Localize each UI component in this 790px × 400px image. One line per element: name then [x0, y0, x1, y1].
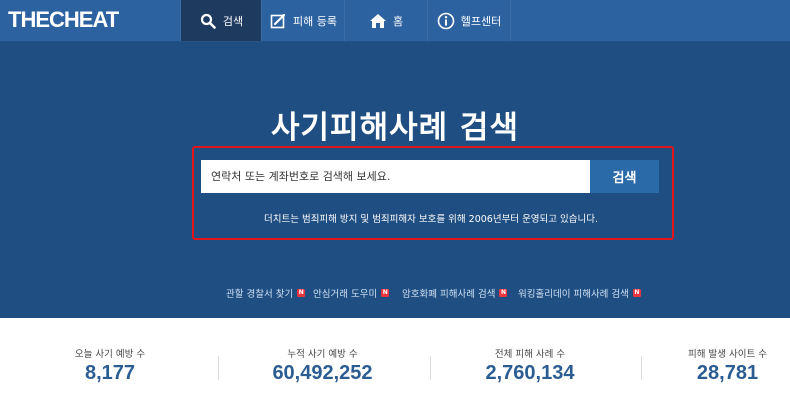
- nav-item-label: 피해 등록: [293, 14, 337, 28]
- search-icon: [199, 12, 217, 30]
- link-label: 워킹홀리데이 피해사례 검색: [518, 289, 629, 300]
- link-crypto-fraud-search[interactable]: 암호화폐 피해사례 검색 N: [402, 286, 508, 300]
- logo-text-the: THE: [8, 7, 50, 32]
- search-box-highlight: 검색 더치트는 범죄피해 방지 및 범죄피해자 보호를 위해 2006년부터 운…: [192, 146, 674, 240]
- nav-item-report[interactable]: 피해 등록: [262, 0, 345, 41]
- link-working-holiday-fraud-search[interactable]: 워킹홀리데이 피해사례 검색 N: [518, 286, 641, 300]
- stat-label: 전체 피해 사례 수: [494, 349, 566, 360]
- nav-item-label: 헬프센터: [460, 14, 502, 28]
- nav-item-label: 검색: [222, 14, 244, 28]
- new-badge: N: [297, 289, 306, 297]
- link-label: 암호화폐 피해사례 검색: [402, 289, 496, 300]
- stat-value: 28,781: [696, 362, 759, 384]
- nav-item-help-center[interactable]: 헬프센터: [428, 0, 511, 41]
- stat-label: 피해 발생 사이트 수: [688, 349, 767, 360]
- stat-value: 2,760,134: [485, 362, 575, 384]
- stat-today-prevented: 오늘 사기 예방 수 8,177: [30, 318, 190, 400]
- info-icon: [437, 12, 455, 30]
- stat-value: 8,177: [84, 362, 136, 384]
- stat-total-cases: 전체 피해 사례 수 2,760,134: [445, 318, 615, 400]
- hero-section: 사기피해사례 검색 검색 더치트는 범죄피해 방지 및 범죄피해자 보호를 위해…: [0, 42, 790, 318]
- page-title: 사기피해사례 검색: [271, 110, 519, 146]
- edit-icon: [269, 12, 287, 30]
- new-badge: N: [632, 289, 641, 297]
- stat-fraud-sites: 피해 발생 사이트 수 28,781: [665, 318, 790, 400]
- nav-item-home[interactable]: 홈: [345, 0, 428, 41]
- stat-label: 오늘 사기 예방 수: [74, 349, 146, 360]
- service-description: 더치트는 범죄피해 방지 및 범죄피해자 보호를 위해 2006년부터 운영되고…: [263, 214, 599, 225]
- home-icon: [369, 12, 387, 30]
- new-badge: N: [499, 289, 508, 297]
- nav-item-search[interactable]: 검색: [180, 0, 262, 41]
- link-label: 안심거래 도우미: [313, 289, 378, 300]
- stat-divider: [218, 356, 219, 380]
- link-label: 관할 경찰서 찾기: [226, 289, 294, 300]
- link-safe-trade-helper[interactable]: 안심거래 도우미 N: [313, 286, 390, 300]
- top-navigation-bar: THECHEAT 검색 피해 등록 홈 헬프센터: [0, 0, 790, 42]
- main-nav: 검색 피해 등록 홈 헬프센터: [180, 0, 511, 41]
- nav-item-label: 홈: [392, 14, 404, 28]
- link-find-police-station[interactable]: 관할 경찰서 찾기 N: [226, 286, 306, 300]
- search-button[interactable]: 검색: [590, 160, 659, 193]
- site-logo[interactable]: THECHEAT: [8, 7, 119, 33]
- stat-divider: [430, 356, 431, 380]
- stat-total-prevented: 누적 사기 예방 수 60,492,252: [230, 318, 415, 400]
- stat-label: 누적 사기 예방 수: [287, 349, 358, 360]
- new-badge: N: [381, 289, 390, 297]
- quick-links: 관할 경찰서 찾기 N 안심거래 도우미 N 암호화폐 피해사례 검색 N 워킹…: [0, 286, 790, 300]
- stat-value: 60,492,252: [272, 362, 373, 384]
- search-input[interactable]: [201, 160, 590, 193]
- logo-text-cheat: CHEAT: [49, 7, 119, 32]
- stat-divider: [641, 356, 642, 380]
- statistics-bar: 오늘 사기 예방 수 8,177 누적 사기 예방 수 60,492,252 전…: [0, 318, 790, 400]
